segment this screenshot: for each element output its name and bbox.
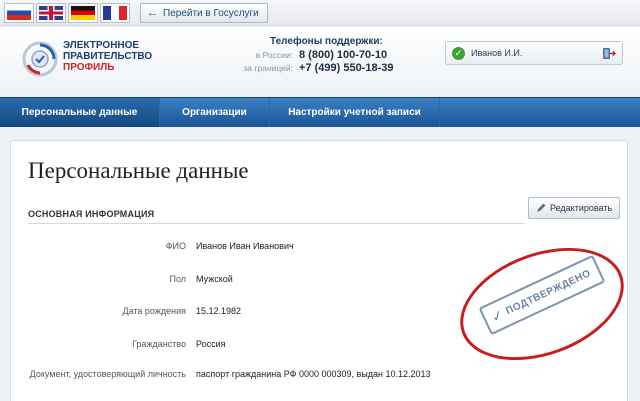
top-bar: ← Перейти в Госуслуги bbox=[0, 0, 640, 26]
content-card: Персональные данные ОСНОВНАЯ ИНФОРМАЦИЯ … bbox=[10, 140, 640, 401]
arrow-left-icon: ← bbox=[147, 7, 158, 19]
goto-gosuslugi-label: Перейти в Госуслуги bbox=[163, 7, 259, 19]
logout-icon[interactable] bbox=[602, 47, 616, 60]
stamp-check-icon: ✓ bbox=[488, 305, 506, 326]
language-flag-english[interactable] bbox=[36, 3, 66, 23]
phone-russia-number: 8 (800) 100-70-10 bbox=[299, 49, 388, 61]
page-title: Персональные данные bbox=[28, 158, 249, 183]
field-value: 15.12.1982 bbox=[196, 306, 242, 316]
tab-account-settings[interactable]: Настройки учетной записи bbox=[270, 98, 440, 127]
phone-abroad-number: +7 (499) 550-18-39 bbox=[299, 62, 394, 74]
verified-check-icon: ✓ bbox=[452, 46, 465, 60]
phone-abroad-label: за границей: bbox=[243, 63, 293, 73]
field-value: паспорт гражданина РФ 0000 000309, выдан… bbox=[196, 369, 431, 379]
france-flag-icon bbox=[103, 6, 127, 20]
tab-personal-data[interactable]: Персональные данные bbox=[0, 98, 160, 127]
field-value: Россия bbox=[196, 339, 226, 349]
main-navigation: Персональные данные Организации Настройк… bbox=[0, 97, 640, 127]
user-name: Иванов И.И. bbox=[471, 48, 523, 58]
edit-button-label: Редактировать bbox=[550, 203, 613, 213]
phone-russia-label: в России: bbox=[255, 50, 293, 60]
section-divider bbox=[28, 223, 525, 224]
field-label: Пол bbox=[169, 274, 186, 284]
site-header: ЭЛЕКТРОННОЕ ПРАВИТЕЛЬСТВО ПРОФИЛЬ Телефо… bbox=[0, 27, 640, 97]
tab-organizations[interactable]: Организации bbox=[160, 98, 270, 127]
logo-text: ЭЛЕКТРОННОЕ ПРАВИТЕЛЬСТВО ПРОФИЛЬ bbox=[63, 40, 152, 73]
russia-flag-icon bbox=[7, 6, 31, 20]
support-title: Телефоны поддержки: bbox=[270, 36, 383, 47]
language-flag-french[interactable] bbox=[100, 3, 130, 23]
section-title: ОСНОВНАЯ ИНФОРМАЦИЯ bbox=[28, 209, 155, 219]
logo-line-3: ПРОФИЛЬ bbox=[63, 62, 115, 73]
language-flag-german[interactable] bbox=[68, 3, 98, 23]
phone-abroad-row: за границей: +7 (499) 550-18-39 bbox=[233, 62, 393, 74]
field-label: ФИО bbox=[165, 241, 186, 251]
language-flag-russian[interactable] bbox=[4, 3, 34, 23]
field-value: Мужской bbox=[196, 274, 233, 284]
logo-line-2: ПРАВИТЕЛЬСТВО bbox=[63, 51, 153, 62]
field-label: Документ, удостоверяющий личность bbox=[29, 369, 186, 379]
phone-russia-row: в России: 8 (800) 100-70-10 bbox=[233, 49, 387, 61]
user-account-box[interactable]: ✓ Иванов И.И. bbox=[445, 41, 623, 65]
field-value: Иванов Иван Иванович bbox=[196, 241, 294, 251]
pencil-icon bbox=[537, 203, 546, 212]
edit-button[interactable]: Редактировать bbox=[528, 197, 621, 219]
goto-gosuslugi-button[interactable]: ← Перейти в Госуслуги bbox=[140, 3, 268, 23]
e-gov-logo-icon[interactable] bbox=[22, 41, 58, 77]
field-label: Гражданство bbox=[132, 339, 186, 349]
field-label: Дата рождения bbox=[122, 306, 187, 316]
germany-flag-icon bbox=[71, 6, 95, 20]
uk-flag-icon bbox=[39, 6, 63, 20]
logo-line-1: ЭЛЕКТРОННОЕ bbox=[63, 40, 140, 51]
